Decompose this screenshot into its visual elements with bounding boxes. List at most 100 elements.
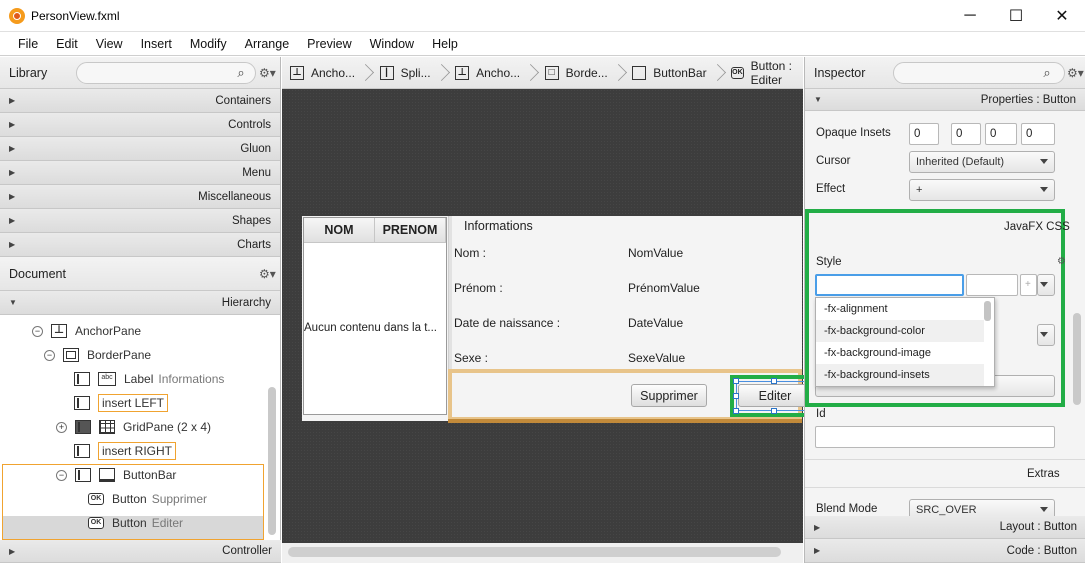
resize-handle[interactable] — [733, 393, 739, 399]
menu-preview[interactable]: Preview — [298, 37, 360, 51]
gear-icon[interactable]: ⚙▾ — [1067, 66, 1084, 80]
table-placeholder: Aucun contenu dans la t... — [304, 322, 437, 334]
left-panel: Library ⌕ ⚙▾ ▶ Containers ▶ Controls ▶ Gluo… — [0, 57, 281, 563]
expand-toggle-icon[interactable]: + — [56, 421, 67, 433]
gear-icon[interactable]: ⚙ — [1057, 256, 1066, 267]
properties-section[interactable]: ▼ Properties : Button — [805, 89, 1085, 111]
resize-handle[interactable] — [771, 408, 777, 414]
breadcrumb-item-anchorpane[interactable]: ⊥ Ancho... — [290, 65, 355, 80]
hierarchy-scrollbar[interactable] — [268, 387, 276, 535]
library-search-input[interactable] — [76, 62, 256, 84]
resize-handle[interactable] — [733, 408, 739, 414]
inset-bottom-input[interactable]: 0 — [985, 123, 1017, 145]
library-section-miscellaneous[interactable]: ▶ Miscellaneous — [0, 185, 280, 209]
tree-item-button-editer[interactable]: OK Button Editer — [88, 511, 183, 535]
style-value-input[interactable] — [966, 274, 1018, 296]
resize-handle[interactable] — [771, 378, 777, 384]
menu-insert[interactable]: Insert — [132, 37, 181, 51]
chevron-right-icon — [364, 62, 371, 84]
library-section-controls[interactable]: ▶ Controls — [0, 113, 280, 137]
insert-slot-icon — [74, 372, 90, 386]
minimize-button[interactable]: ─ — [947, 0, 993, 32]
menu-modify[interactable]: Modify — [181, 37, 236, 51]
hierarchy-section[interactable]: ▼ Hierarchy — [0, 291, 280, 315]
menu-help[interactable]: Help — [423, 37, 467, 51]
supprimer-button[interactable]: Supprimer — [631, 384, 707, 407]
maximize-button[interactable]: ☐ — [993, 0, 1039, 32]
menu-view[interactable]: View — [87, 37, 132, 51]
library-section-gluon[interactable]: ▶ Gluon — [0, 137, 280, 161]
tree-item-borderpane[interactable]: − BorderPane — [44, 343, 151, 367]
info-title: Informations — [464, 219, 533, 233]
breadcrumb-item-buttonbar[interactable]: ButtonBar — [632, 65, 707, 80]
controller-section[interactable]: ▶ Controller — [0, 540, 281, 563]
effect-select[interactable]: + — [909, 179, 1055, 201]
library-section-menu[interactable]: ▶ Menu — [0, 161, 280, 185]
chevron-right-icon — [440, 62, 447, 84]
column-header-nom[interactable]: NOM — [304, 218, 375, 243]
tree-item-gridpane[interactable]: + GridPane (2 x 4) — [56, 415, 211, 439]
tree-item-label[interactable]: abc Label Informations — [74, 367, 224, 391]
collapse-toggle-icon[interactable]: − — [32, 325, 43, 337]
breadcrumb-item-button[interactable]: OK Button : Editer — [731, 59, 803, 87]
suggestion-item[interactable]: -fx-alignment — [816, 298, 984, 320]
inset-left-input[interactable]: 0 — [1021, 123, 1055, 145]
id-input[interactable] — [815, 426, 1055, 448]
inspector-title: Inspector — [814, 65, 866, 80]
library-section-shapes[interactable]: ▶ Shapes — [0, 209, 280, 233]
inspector-scrollbar[interactable] — [1073, 313, 1081, 405]
title-bar: PersonView.fxml ─ ☐ ✕ — [0, 0, 1085, 32]
expand-arrow-icon: ▶ — [814, 546, 821, 555]
tree-item-anchorpane[interactable]: − ⊥ AnchorPane — [32, 319, 141, 343]
app-icon — [9, 7, 25, 24]
column-header-prenom[interactable]: PRENOM — [375, 218, 446, 243]
gear-icon[interactable]: ⚙▾ — [259, 66, 276, 80]
menu-file[interactable]: File — [9, 37, 47, 51]
field-value-sexe: SexeValue — [628, 351, 686, 365]
tree-item-insert-right[interactable]: insert RIGHT — [74, 439, 177, 463]
popup-scrollbar[interactable] — [984, 301, 991, 321]
breadcrumb-item-splitpane[interactable]: | Spli... — [379, 65, 431, 80]
stylesheet-menu-button[interactable] — [1037, 324, 1055, 346]
add-style-button[interactable]: + — [1020, 274, 1037, 296]
gear-icon[interactable]: ⚙▾ — [259, 267, 276, 281]
button-icon: OK — [731, 66, 744, 79]
horizontal-scrollbar[interactable] — [282, 543, 803, 563]
suggestion-item[interactable]: -fx-background-insets — [816, 364, 984, 386]
menu-window[interactable]: Window — [361, 37, 423, 51]
tree-item-button-supprimer[interactable]: OK Button Supprimer — [88, 487, 207, 511]
editer-button[interactable]: Editer — [738, 384, 812, 407]
menu-arrange[interactable]: Arrange — [236, 37, 298, 51]
scrollbar-thumb[interactable] — [288, 547, 781, 557]
person-table[interactable]: NOM PRENOM Aucun contenu dans la t... — [303, 217, 447, 415]
style-property-input[interactable] — [815, 274, 964, 296]
tree-item-buttonbar[interactable]: − ButtonBar — [56, 463, 176, 487]
buttonbar-icon — [632, 65, 647, 80]
menu-edit[interactable]: Edit — [47, 37, 87, 51]
chevron-down-icon — [1040, 507, 1048, 512]
search-icon: ⌕ — [1043, 65, 1051, 80]
tree-item-insert-left[interactable]: insert LEFT — [74, 391, 169, 415]
style-label: Style — [816, 256, 842, 268]
inset-top-input[interactable]: 0 — [909, 123, 939, 145]
suggestion-item[interactable]: -fx-background-image — [816, 342, 984, 364]
resize-handle[interactable] — [733, 378, 739, 384]
field-label-prenom: Prénom : — [454, 281, 503, 295]
style-menu-button[interactable] — [1037, 274, 1055, 296]
inset-right-input[interactable]: 0 — [951, 123, 981, 145]
close-button[interactable]: ✕ — [1039, 0, 1085, 32]
library-section-charts[interactable]: ▶ Charts — [0, 233, 280, 257]
cursor-select[interactable]: Inherited (Default) — [909, 151, 1055, 173]
breadcrumb-item-borderpane[interactable]: □ Borde... — [544, 65, 608, 80]
library-section-containers[interactable]: ▶ Containers — [0, 89, 280, 113]
field-label-nom: Nom : — [454, 246, 487, 260]
collapse-toggle-icon[interactable]: − — [44, 349, 55, 361]
code-section[interactable]: ▶ Code : Button — [805, 539, 1085, 563]
breadcrumb-item-anchorpane-2[interactable]: ⊥ Ancho... — [455, 65, 520, 80]
chevron-right-icon — [529, 62, 536, 84]
collapse-toggle-icon[interactable]: − — [56, 469, 67, 481]
design-canvas[interactable]: NOM PRENOM Aucun contenu dans la t... In… — [282, 89, 821, 543]
suggestion-item[interactable]: -fx-background-color — [816, 320, 984, 342]
layout-section[interactable]: ▶ Layout : Button — [805, 516, 1085, 539]
field-value-prenom: PrénomValue — [628, 281, 700, 295]
